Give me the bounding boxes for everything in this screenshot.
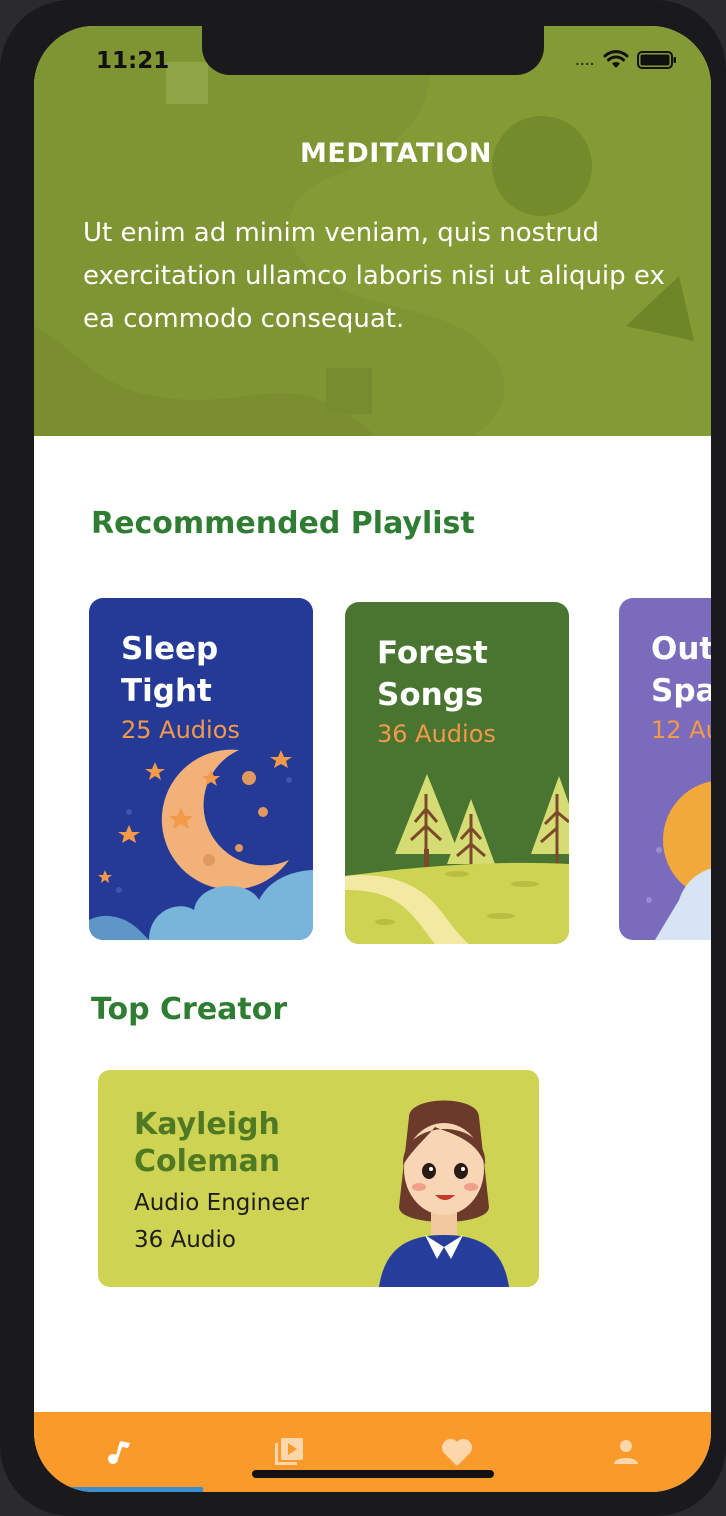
playlist-title: Forest Songs: [377, 635, 488, 713]
tab-profile[interactable]: [541, 1412, 710, 1492]
battery-icon: [637, 51, 676, 69]
music-note-icon: [107, 1441, 130, 1464]
creator-card[interactable]: Kayleigh Coleman Audio Engineer 36 Audio: [98, 1070, 539, 1287]
signal-icon: ....: [575, 52, 595, 68]
forest-illustration: [345, 774, 569, 944]
header-banner: 11:21 .... MEDITATION Ut enim ad minim v…: [34, 26, 711, 436]
device-notch: [202, 26, 544, 75]
video-library-icon: [274, 1438, 303, 1465]
section-title-top-creator: Top Creator: [91, 992, 288, 1027]
playlist-card-sleep-tight[interactable]: Sleep Tight 25 Audios: [89, 598, 313, 940]
wifi-icon: [603, 50, 629, 68]
creator-name: Kayleigh Coleman: [134, 1107, 281, 1179]
tab-music[interactable]: [34, 1412, 203, 1492]
playlist-card-outer-space[interactable]: Out Spa 12 Au: [619, 598, 711, 940]
tab-videos[interactable]: [203, 1412, 372, 1492]
tab-favorites[interactable]: [372, 1412, 541, 1492]
heart-icon: [441, 1438, 472, 1466]
app-screen: 11:21 .... MEDITATION Ut enim ad minim v…: [34, 26, 711, 1492]
playlist-card-forest-songs[interactable]: Forest Songs 36 Audios: [345, 602, 569, 944]
creator-avatar: [379, 1100, 509, 1287]
home-indicator[interactable]: [252, 1470, 494, 1478]
space-illustration: [646, 781, 711, 940]
playlist-count: 36 Audios: [377, 720, 496, 748]
status-icons: ....: [575, 50, 677, 70]
page-title: MEDITATION: [300, 138, 492, 169]
page-description: Ut enim ad minim veniam, quis nostrud ex…: [83, 218, 665, 334]
creator-role: Audio Engineer: [134, 1190, 310, 1216]
person-icon: [613, 1440, 638, 1464]
active-tab-indicator: [34, 1487, 203, 1492]
bottom-tab-bar: [34, 1412, 711, 1492]
section-title-recommended: Recommended Playlist: [91, 506, 475, 541]
status-time: 11:21: [96, 48, 170, 74]
playlist-title: Out Spa: [651, 631, 711, 709]
playlist-count: 12 Au: [651, 716, 711, 744]
playlist-title: Sleep Tight: [121, 631, 219, 709]
creator-audio-count: 36 Audio: [134, 1227, 236, 1253]
moon-illustration: [89, 749, 313, 940]
